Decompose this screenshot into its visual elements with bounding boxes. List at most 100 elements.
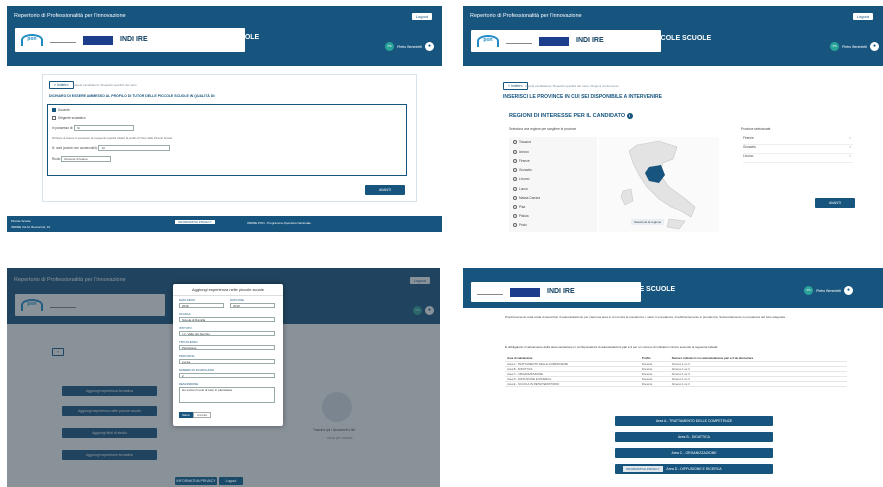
ministero-logo — [50, 38, 76, 43]
region-radio[interactable] — [513, 177, 517, 182]
screenshot-autovalutazione: INDI IRE PICCOLE SCUOLE PS Pietro Benede… — [463, 268, 883, 487]
region-radio[interactable] — [513, 140, 517, 145]
italy-map[interactable] — [599, 137, 719, 232]
partner-logos: pon INDI IRE — [471, 30, 661, 52]
info-icon[interactable]: i — [626, 113, 633, 119]
region-item: Massa Carrara — [519, 196, 541, 200]
breadcrumb: Aspetti candidatura / Requisiti specific… — [73, 83, 137, 87]
possesso-select[interactable]: Sì — [74, 125, 135, 131]
data-inizio-input[interactable]: 2016 — [179, 303, 224, 308]
github-icon[interactable]: ● — [425, 42, 434, 51]
header: Repertorio di Professionalità per l'inno… — [463, 6, 883, 66]
remove-icon[interactable]: × — [849, 145, 851, 149]
descrizione-textarea[interactable]: Ho svolto il ruolo di tutor in pluriclas… — [179, 387, 275, 403]
region-radio[interactable] — [513, 205, 517, 210]
anni-label: N. anni (anche non consecutivi): — [52, 145, 98, 150]
pon-logo: pon — [477, 35, 499, 47]
table-cell: Docente — [639, 381, 670, 387]
selected-item: Grosseto — [743, 145, 756, 149]
github-icon[interactable]: ● — [870, 42, 879, 51]
user-menu[interactable]: PS Pietro Benedetti ● — [830, 42, 879, 51]
area-b-button[interactable]: Area B - DIDATTICA — [615, 432, 773, 442]
github-icon[interactable]: ● — [844, 286, 853, 295]
anni-input[interactable]: 10 — [98, 145, 171, 151]
modal-title: Aggiungi esperienza nelle piccole scuole — [173, 284, 283, 296]
remove-icon[interactable]: × — [849, 136, 851, 140]
user-name: Pietro Benedetti — [397, 44, 422, 49]
avanti-button[interactable]: AVANTI — [815, 198, 855, 208]
logout-button[interactable]: Logout — [411, 13, 432, 20]
eu-flag-logo — [83, 35, 113, 45]
privacy-link[interactable]: INFORMATIVA PRIVACY — [623, 466, 663, 472]
privacy-link[interactable]: INFORMATIVA PRIVACY — [175, 477, 217, 485]
docente-checkbox[interactable] — [52, 108, 56, 113]
field-label: NUMERO DI PLURICLASSI — [179, 368, 214, 372]
indire-logo: INDI IRE — [547, 288, 575, 295]
region-item: Pistoia — [519, 214, 529, 218]
requisiti-table: Area di valutazione Profilo Numero indic… — [505, 356, 847, 387]
footer-info: INDIRE PON - Programma Operativo Naziona… — [247, 221, 311, 225]
intro-text: Posizionamento sulla scala di descrittor… — [505, 315, 786, 319]
logout-button[interactable]: Logout — [852, 13, 873, 20]
ruolo-input[interactable]: Docente di lettere — [61, 156, 112, 162]
eu-flag-logo — [539, 36, 569, 46]
back-button[interactable]: « Indietro — [49, 81, 74, 89]
selected-item: Firenze — [743, 136, 754, 140]
scuola-input[interactable]: Scuola di Ramilla — [179, 317, 275, 322]
user-menu[interactable]: PS Pietro Benedetti ● — [385, 42, 434, 51]
page-title: INSERISCI LE PROVINCE IN CUI SEI DISPONI… — [503, 94, 663, 100]
ruolo-label: Ruolo — [52, 156, 61, 161]
dirigente-checkbox[interactable] — [52, 116, 56, 121]
field-label: DATA INIZIO — [179, 298, 195, 302]
remove-icon[interactable]: × — [849, 154, 851, 158]
selected-label: Province selezionate — [741, 127, 771, 131]
user-name: Pietro Benedetti — [816, 288, 841, 293]
tipo-plesso-input[interactable]: Pluriclasse — [179, 345, 275, 350]
user-menu[interactable]: PS Pietro Benedetti ● — [804, 286, 853, 295]
region-radio[interactable] — [513, 223, 517, 228]
region-item: Pisa — [519, 205, 526, 209]
selected-list: Firenze × Grosseto × Livorno × — [743, 136, 853, 163]
area-a-button[interactable]: Area A - TRATTAMENTO DELLE COMPETENZE — [615, 416, 773, 426]
pluriclassi-input[interactable]: 2 — [179, 373, 275, 378]
main-card: « Indietro Aspetti candidatura / Requisi… — [42, 74, 417, 202]
table-cell: Almeno 1 su 3 — [669, 381, 847, 387]
area-c-button[interactable]: Area C - ORGANIZZAZIONE — [615, 448, 773, 458]
region-radio[interactable] — [513, 214, 517, 219]
map-caption: Seleziona la regione — [631, 219, 665, 225]
region-radio[interactable] — [513, 187, 517, 192]
region-item: Firenze — [519, 159, 530, 163]
privacy-link[interactable]: INFORMATIVA PRIVACY — [175, 220, 215, 224]
piccole-scuole-logo: PICCOLE SCUOLE — [649, 35, 712, 42]
back-button[interactable]: « Indietro — [503, 82, 528, 90]
app-title: Repertorio di Professionalità per l'inno… — [470, 13, 582, 19]
provincia-input[interactable]: Lucca — [179, 359, 275, 364]
piccole-scuole-logo: PICCOLE SCUOLE — [613, 286, 676, 293]
avatar: PS — [804, 286, 814, 295]
docente-label: Docente — [58, 108, 70, 112]
avanti-button[interactable]: AVANTI — [365, 185, 405, 195]
screenshot-candidatura: Repertorio di Professionalità per l'inno… — [7, 6, 442, 232]
table-cell: Area E - SCUOLA IN RETE/TERRITORIO — [505, 381, 640, 387]
region-item: Prato — [519, 223, 527, 227]
screenshot-regioni: Repertorio di Professionalità per l'inno… — [463, 6, 883, 232]
cancel-button[interactable]: Annulla — [193, 412, 212, 418]
section-heading: DICHIARO DI ESSERE AMMESSO AL PROFILO DI… — [49, 94, 216, 98]
region-radio[interactable] — [513, 168, 517, 173]
regions-list: Toscana Arezzo Firenze Grosseto Livorno … — [509, 137, 597, 232]
save-button[interactable]: Salva — [179, 412, 193, 418]
esperienza-modal: Aggiungi esperienza nelle piccole scuole… — [173, 284, 283, 426]
region-radio[interactable] — [513, 159, 517, 164]
logout-button-bottom[interactable]: Logout — [219, 477, 243, 485]
region-item: Grosseto — [519, 168, 532, 172]
region-radio[interactable] — [513, 150, 517, 155]
data-fine-input[interactable]: 2019 — [230, 303, 275, 308]
region-item: Livorno — [519, 177, 530, 181]
indire-logo: INDI IRE — [576, 37, 604, 44]
istituto-input[interactable]: I.C. Valle del Serchio — [179, 331, 275, 336]
region-radio[interactable] — [513, 196, 517, 201]
user-name: Pietro Benedetti — [842, 44, 867, 49]
footer: Piccole Scuole INDIRE Via M. Buonarroti,… — [7, 216, 442, 232]
piccole-scuole-logo: PICCOLE SCUOLE — [197, 34, 260, 41]
app-title: Repertorio di Professionalità per l'inno… — [14, 13, 126, 19]
